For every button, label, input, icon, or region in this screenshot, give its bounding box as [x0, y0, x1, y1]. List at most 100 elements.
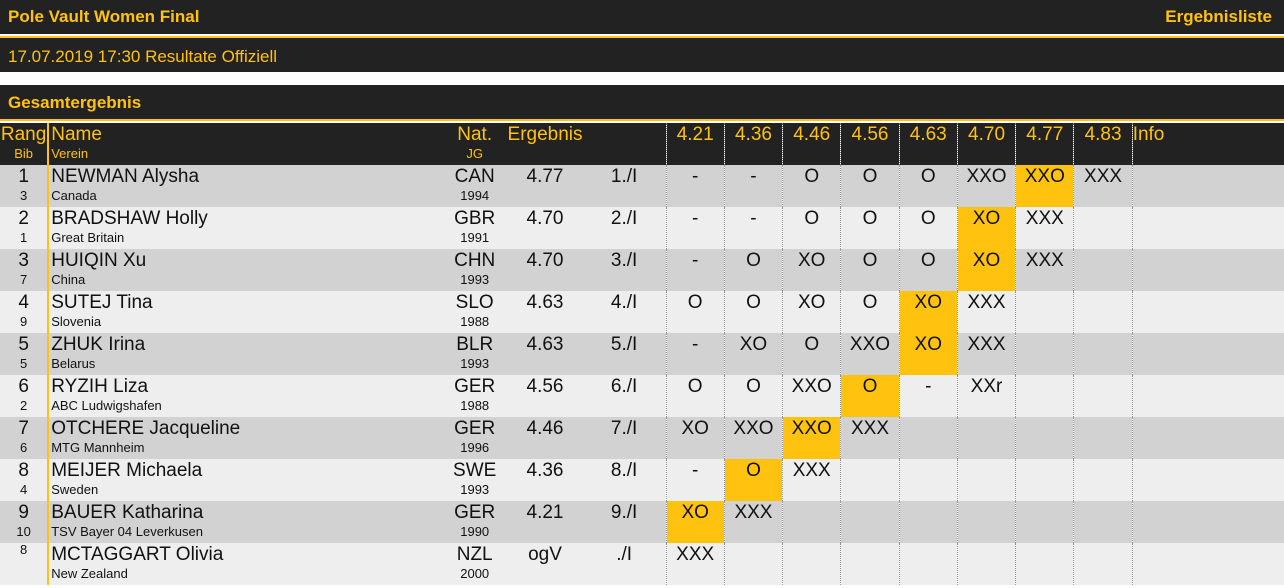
info-cell — [1131, 249, 1284, 291]
attempt-cell: XXX — [1015, 207, 1074, 249]
attempt-cell: O — [898, 165, 958, 207]
attempt-cell — [1073, 207, 1133, 249]
attempt-cell — [956, 543, 1016, 585]
rang-cell: 62 — [0, 375, 50, 417]
bib-number: 10 — [16, 524, 31, 539]
rank: 5 — [18, 334, 29, 355]
bib-number: 5 — [19, 356, 28, 371]
athlete-name: ZHUK Irina — [51, 334, 146, 355]
attempt-cell — [898, 417, 958, 459]
rang-cell: 49 — [0, 291, 50, 333]
table-header-row: Rang Bib Name Verein Nat. JG Ergebnis 4.… — [0, 123, 1284, 165]
athlete-club: ABC Ludwigshafen — [51, 398, 162, 413]
placement: 7./I — [610, 418, 638, 439]
rang-cell: 21 — [0, 207, 50, 249]
table-row: 7 6 OTCHERE Jacqueline MTG Mannheim GER 1996 4… — [0, 417, 1284, 459]
height-header: 4.83 — [1073, 123, 1133, 165]
attempt-cell: O — [840, 207, 900, 249]
rang-cell: 55 — [0, 333, 50, 375]
rang-cell: 37 — [0, 249, 50, 291]
attempt-cell: O — [840, 291, 900, 333]
attempt-cell: - — [723, 207, 783, 249]
height-header: 4.36 — [723, 123, 783, 165]
attempt-cell — [898, 459, 958, 501]
birth-year: 1993 — [460, 482, 490, 497]
athlete-name: HUIQIN Xu — [51, 250, 147, 271]
table-row: 2 1 BRADSHAW Holly Great Britain GBR 1991 4.70… — [0, 207, 1284, 249]
nation-code: SLO — [455, 292, 494, 313]
attempt-cell — [840, 543, 900, 585]
attempt-cell — [956, 459, 1016, 501]
title-bar: Pole Vault Women Final Ergebnisliste — [0, 0, 1284, 34]
attempt-cell: - — [665, 459, 725, 501]
attempt-cell — [956, 501, 1016, 543]
nat-header: Nat. JG — [442, 123, 507, 165]
bib-number: 2 — [19, 398, 28, 413]
placement: 6./I — [610, 376, 638, 397]
name-cell: HUIQIN Xu China — [48, 249, 442, 291]
attempt-cell: O — [723, 459, 783, 501]
name-cell: SUTEJ Tina Slovenia — [48, 291, 442, 333]
birth-year: 1988 — [460, 314, 490, 329]
bib-number: 6 — [19, 440, 28, 455]
attempt-cell — [1015, 543, 1074, 585]
attempt-cell: XXr — [956, 375, 1016, 417]
athlete-club: Belarus — [51, 356, 96, 371]
result-value: 4.63 — [526, 334, 564, 355]
attempt-cell: O — [898, 207, 958, 249]
result-value: 4.63 — [526, 292, 564, 313]
nat-cell: GER 1988 — [442, 375, 507, 417]
info-cell — [1131, 501, 1284, 543]
bib-header-label: Bib — [14, 146, 33, 161]
placement: 8./I — [610, 460, 638, 481]
table-row: 8 4 MEIJER Michaela Sweden SWE 1993 4.36 8./I - O… — [0, 459, 1284, 501]
info-header: Info — [1131, 123, 1284, 165]
attempt-cell: XXO — [782, 375, 841, 417]
height-header: 4.63 — [898, 123, 958, 165]
name-cell: RYZIH Liza ABC Ludwigshafen — [48, 375, 442, 417]
attempt-cell — [723, 543, 783, 585]
attempt-cell: XXX — [1073, 165, 1133, 207]
nation-code: GER — [454, 418, 496, 439]
rang-header: Rang Bib — [0, 123, 50, 165]
attempt-cell: O — [782, 333, 841, 375]
table-row: 1 3 NEWMAN Alysha Canada CAN 1994 4.77 1./I - - O O… — [0, 165, 1284, 207]
attempt-cell: O — [840, 165, 900, 207]
height-header: 4.56 — [840, 123, 900, 165]
attempt-cell — [1015, 501, 1074, 543]
placement: 9./I — [610, 502, 638, 523]
attempt-cell — [898, 501, 958, 543]
result-value: 4.36 — [526, 460, 564, 481]
bib-number: 3 — [19, 188, 28, 203]
nat-cell: GER 1996 — [442, 417, 507, 459]
birth-year: 2000 — [460, 566, 490, 581]
attempt-cell: O — [840, 249, 900, 291]
table-row: 9 10 BAUER Katharina TSV Bayer 04 Leverkuse… — [0, 501, 1284, 543]
birth-year: 1993 — [460, 272, 490, 287]
section-header: Gesamtergebnis — [0, 85, 1284, 121]
attempt-cell — [782, 501, 841, 543]
attempt-cell: XO — [898, 291, 958, 333]
placement: 4./I — [610, 292, 638, 313]
athlete-name: BAUER Katharina — [51, 502, 204, 523]
attempt-cell — [840, 459, 900, 501]
attempt-cell: XXO — [723, 417, 783, 459]
table-row: 3 7 HUIQIN Xu China CHN 1993 4.70 3./I - O XO O O XO X… — [0, 249, 1284, 291]
status-bar: 17.07.2019 17:30 Resultate Offiziell — [0, 36, 1284, 72]
nation-code: CAN — [454, 166, 495, 187]
rang-cell: 13 — [0, 165, 50, 207]
attempt-cell — [956, 417, 1016, 459]
rang-cell: 9 10 — [0, 501, 50, 543]
attempt-cell: XO — [898, 333, 958, 375]
rang-cell: 84 — [0, 459, 50, 501]
attempt-cell — [1015, 291, 1074, 333]
attempt-cell: XXX — [1015, 249, 1074, 291]
attempt-cell: O — [782, 165, 841, 207]
placement: ./I — [616, 544, 633, 565]
list-type-label: Ergebnisliste — [1165, 7, 1272, 26]
info-cell — [1131, 459, 1284, 501]
athlete-club: Great Britain — [51, 230, 125, 245]
placement: 2./I — [610, 208, 638, 229]
attempt-cell: - — [665, 249, 725, 291]
attempt-cell — [1015, 375, 1074, 417]
